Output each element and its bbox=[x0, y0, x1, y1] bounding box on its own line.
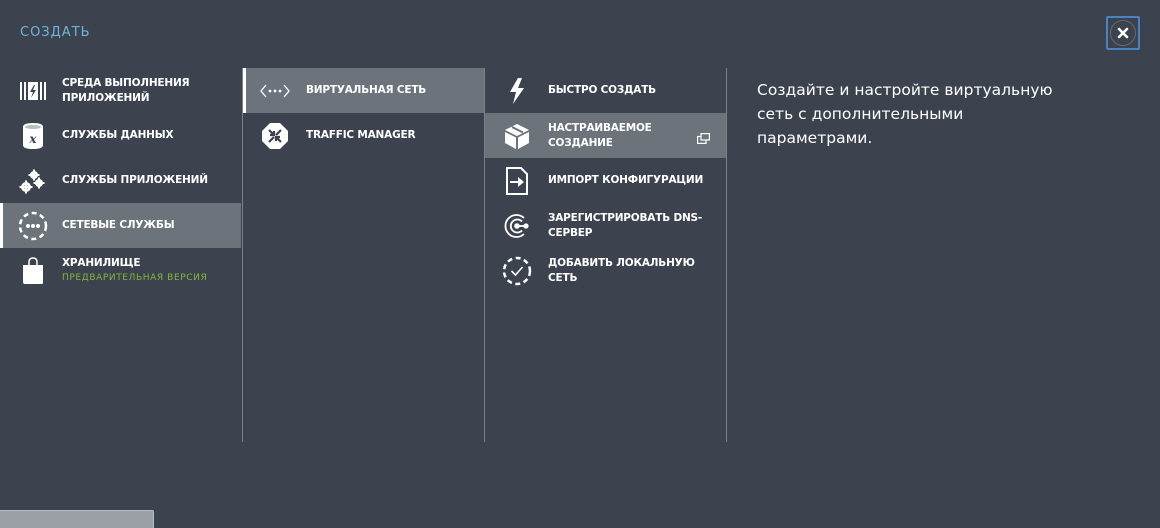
lightning-icon bbox=[502, 76, 532, 106]
virtual-network-icon bbox=[260, 76, 290, 106]
app-services-icon bbox=[18, 166, 48, 196]
preview-badge: ПРЕДВАРИТЕЛЬНАЯ ВЕРСИЯ bbox=[62, 272, 208, 283]
compute-icon bbox=[18, 76, 48, 106]
category-label: СРЕДА ВЫПОЛНЕНИЯ ПРИЛОЖЕНИЙ bbox=[62, 76, 190, 104]
category-store[interactable]: ХРАНИЛИЩЕ ПРЕДВАРИТЕЛЬНАЯ ВЕРСИЯ bbox=[0, 248, 241, 293]
service-list: ВИРТУАЛЬНАЯ СЕТЬ TRAFFIC MANAGER bbox=[242, 68, 484, 442]
category-network-services[interactable]: СЕТЕВЫЕ СЛУЖБЫ bbox=[0, 203, 241, 248]
service-label: TRAFFIC MANAGER bbox=[306, 129, 416, 141]
action-custom-create[interactable]: НАСТРАИВАЕМОЕ СОЗДАНИЕ bbox=[485, 113, 726, 158]
action-label: ИМПОРТ КОНФИГУРАЦИИ bbox=[548, 174, 704, 186]
action-label: БЫСТРО СОЗДАТЬ bbox=[548, 84, 656, 96]
service-virtual-network[interactable]: ВИРТУАЛЬНАЯ СЕТЬ bbox=[243, 68, 484, 113]
action-add-local-network[interactable]: ДОБАВИТЬ ЛОКАЛЬНУЮ СЕТЬ bbox=[485, 248, 726, 293]
dns-server-icon bbox=[502, 211, 532, 241]
category-data-services[interactable]: x СЛУЖБЫ ДАННЫХ bbox=[0, 113, 241, 158]
category-label: СЕТЕВЫЕ СЛУЖБЫ bbox=[62, 219, 175, 231]
bottom-tab[interactable] bbox=[0, 510, 154, 528]
local-network-check-icon bbox=[502, 256, 532, 286]
action-register-dns[interactable]: ЗАРЕГИСТРИРОВАТЬ DNS-СЕРВЕР bbox=[485, 203, 726, 248]
svg-text:x: x bbox=[28, 132, 37, 146]
data-services-icon: x bbox=[18, 121, 48, 151]
category-app-services[interactable]: СЛУЖБЫ ПРИЛОЖЕНИЙ bbox=[0, 158, 241, 203]
popout-window-icon bbox=[697, 129, 710, 148]
network-services-icon bbox=[18, 211, 48, 241]
category-label: ХРАНИЛИЩЕ bbox=[62, 256, 141, 269]
category-label-group: ХРАНИЛИЩЕ ПРЕДВАРИТЕЛЬНАЯ ВЕРСИЯ bbox=[62, 256, 207, 286]
action-import-config[interactable]: ИМПОРТ КОНФИГУРАЦИИ bbox=[485, 158, 726, 203]
service-label: ВИРТУАЛЬНАЯ СЕТЬ bbox=[306, 84, 427, 96]
store-icon bbox=[18, 256, 48, 286]
action-label: НАСТРАИВАЕМОЕ СОЗДАНИЕ bbox=[548, 121, 652, 149]
category-list: СРЕДА ВЫПОЛНЕНИЯ ПРИЛОЖЕНИЙ x СЛУЖБЫ ДАН… bbox=[0, 68, 241, 442]
category-compute[interactable]: СРЕДА ВЫПОЛНЕНИЯ ПРИЛОЖЕНИЙ bbox=[0, 68, 241, 113]
category-label: СЛУЖБЫ ДАННЫХ bbox=[62, 129, 174, 141]
category-label: СЛУЖБЫ ПРИЛОЖЕНИЙ bbox=[62, 174, 208, 186]
action-label: ЗАРЕГИСТРИРОВАТЬ DNS-СЕРВЕР bbox=[548, 211, 703, 239]
import-file-icon bbox=[502, 166, 532, 196]
service-traffic-manager[interactable]: TRAFFIC MANAGER bbox=[243, 113, 484, 158]
page-title: СОЗДАТЬ bbox=[20, 25, 91, 40]
traffic-manager-icon bbox=[260, 121, 290, 151]
action-list: БЫСТРО СОЗДАТЬ НАСТРАИВАЕМОЕ СОЗДАНИЕ ИМ… bbox=[484, 68, 726, 442]
description-panel: Создайте и настройте виртуальную сеть с … bbox=[726, 68, 1067, 442]
close-button[interactable] bbox=[1106, 16, 1140, 50]
action-quick-create[interactable]: БЫСТРО СОЗДАТЬ bbox=[485, 68, 726, 113]
action-label: ДОБАВИТЬ ЛОКАЛЬНУЮ СЕТЬ bbox=[548, 256, 695, 284]
close-icon bbox=[1117, 27, 1129, 39]
box-icon bbox=[502, 121, 532, 151]
close-ring bbox=[1110, 20, 1136, 46]
description-text: Создайте и настройте виртуальную сеть с … bbox=[757, 81, 1053, 147]
